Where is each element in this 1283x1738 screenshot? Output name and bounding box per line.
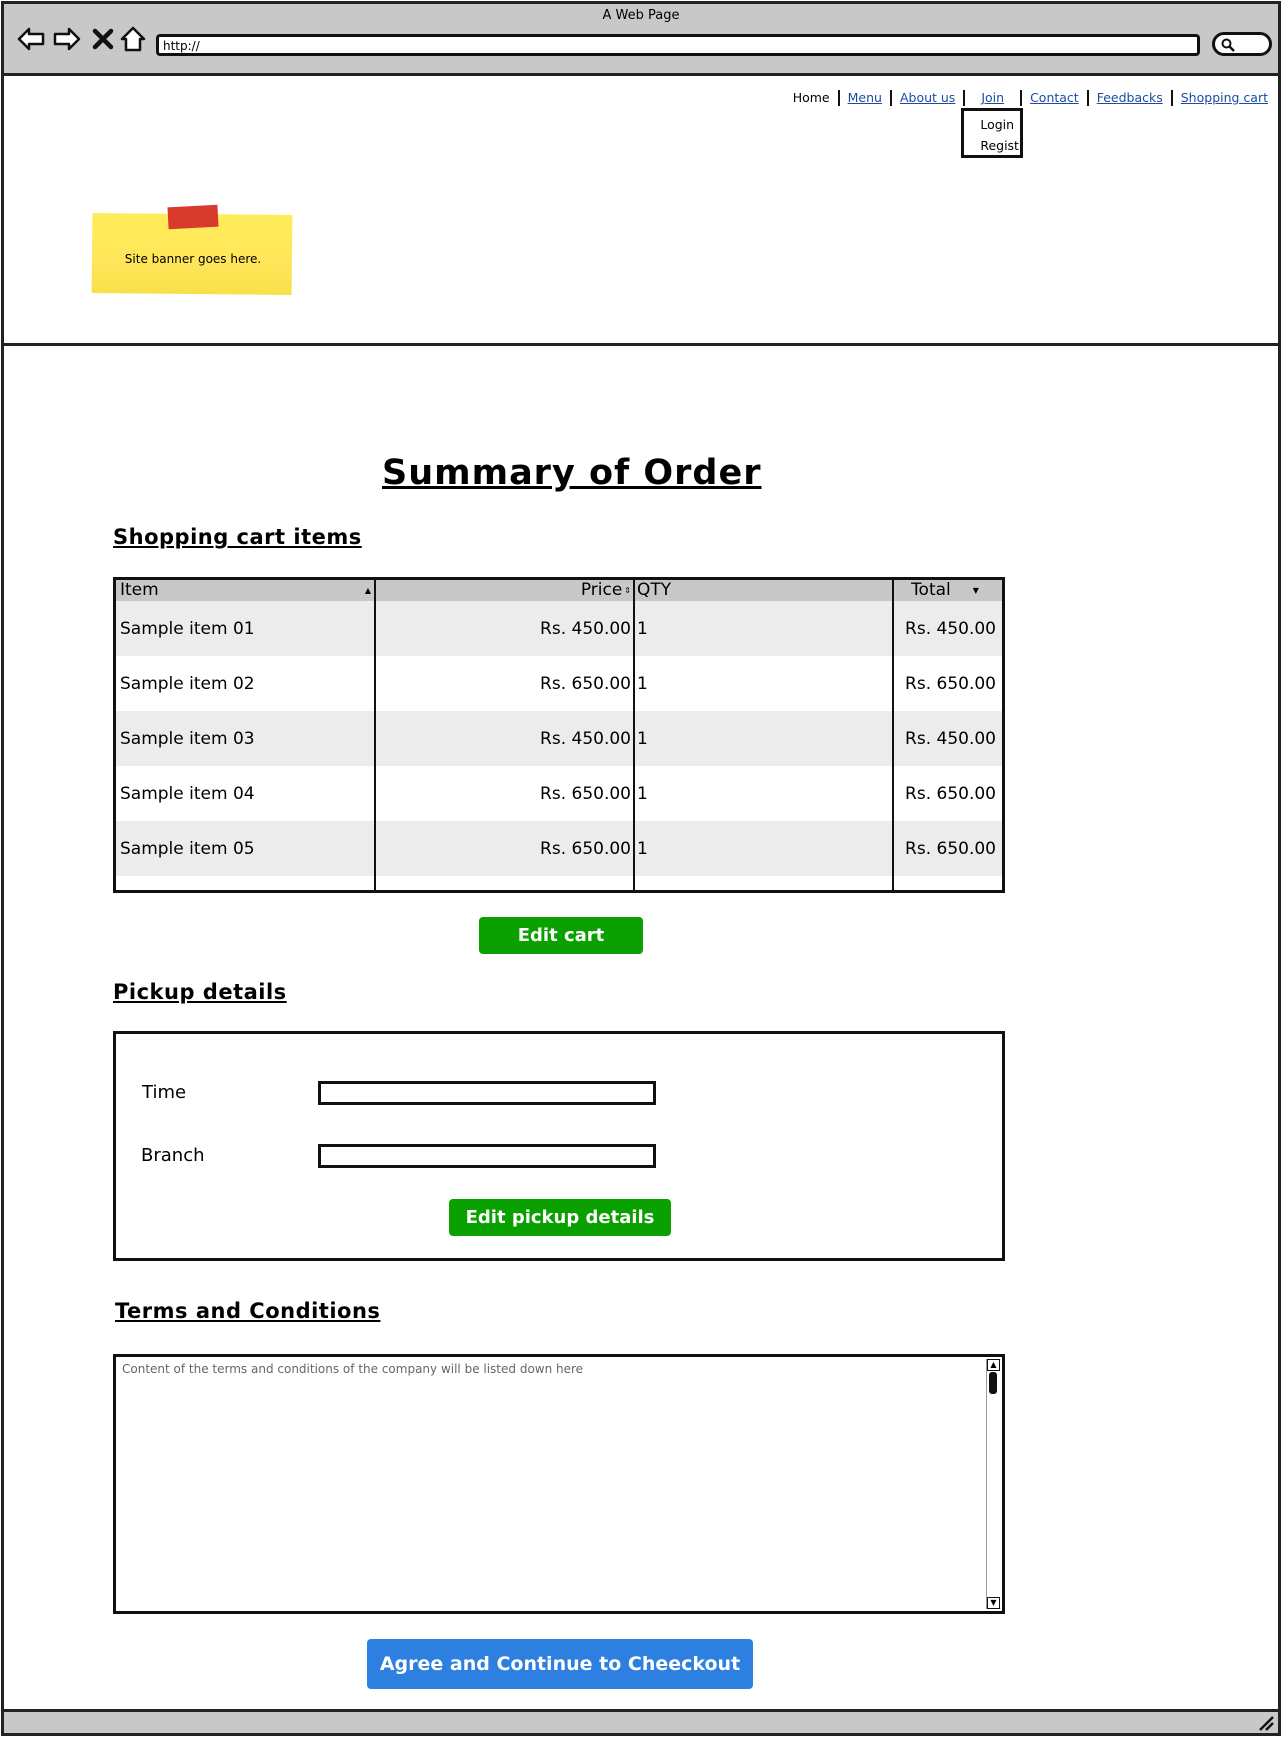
pickup-section-title: Pickup details — [113, 980, 287, 1004]
browser-window: A Web Page http:// Home Menu About us Jo… — [1, 1, 1281, 1736]
agree-checkout-button[interactable]: Agree and Continue to Cheeckout — [367, 1639, 753, 1689]
site-banner: Site banner goes here. — [91, 204, 294, 296]
terms-textarea[interactable]: Content of the terms and conditions of t… — [113, 1354, 1005, 1614]
cart-section-title: Shopping cart items — [113, 525, 362, 549]
scroll-down-icon[interactable]: ▼ — [987, 1597, 1000, 1609]
banner-text: Site banner goes here. — [124, 252, 262, 266]
join-dropdown: Login Regist — [961, 108, 1024, 158]
page-title: Summary of Order — [382, 453, 762, 493]
home-icon[interactable] — [118, 24, 148, 54]
dropdown-register[interactable]: Regist — [980, 135, 1020, 156]
sort-asc-icon: ▲ — [364, 586, 371, 595]
nav-contact[interactable]: Contact — [1020, 90, 1087, 106]
table-header: Item ▲ Price ⇕ QTY Total ▼ — [116, 580, 1002, 601]
table-row[interactable]: Sample item 05 Rs. 650.00 1 Rs. 650.00 — [116, 821, 1002, 876]
cell-qty: 1 — [637, 673, 648, 694]
cart-table: Item ▲ Price ⇕ QTY Total ▼ Sample item 0… — [113, 577, 1005, 893]
back-arrow-icon[interactable] — [16, 24, 46, 54]
search-icon — [1221, 38, 1235, 52]
cell-total: Rs. 650.00 — [905, 838, 996, 859]
nav-menu[interactable]: Menu — [837, 90, 890, 106]
window-title: A Web Page — [602, 8, 680, 23]
pickup-panel: Time Branch Edit pickup details — [113, 1031, 1005, 1261]
cell-item: Sample item 04 — [120, 783, 255, 804]
scroll-up-icon[interactable]: ▲ — [987, 1359, 1000, 1371]
cell-price: Rs. 450.00 — [540, 618, 631, 639]
nav-about[interactable]: About us — [889, 90, 963, 106]
sort-both-icon: ⇕ — [624, 586, 631, 595]
cell-item: Sample item 05 — [120, 838, 255, 859]
terms-content: Content of the terms and conditions of t… — [122, 1362, 584, 1376]
cell-qty: 1 — [637, 783, 648, 804]
url-input[interactable]: http:// — [156, 34, 1200, 56]
nav-feedbacks[interactable]: Feedbacks — [1086, 90, 1171, 106]
browser-chrome: A Web Page http:// — [4, 4, 1278, 76]
column-header-price[interactable]: Price ⇕ — [376, 580, 635, 601]
nav-join[interactable]: Join Login Regist — [961, 90, 1024, 158]
sort-desc-icon: ▼ — [972, 586, 979, 595]
column-header-qty[interactable]: QTY — [635, 580, 894, 601]
table-row[interactable]: Sample item 01 Rs. 450.00 1 Rs. 450.00 — [116, 601, 1002, 656]
browser-statusbar — [4, 1709, 1278, 1733]
cell-price: Rs. 650.00 — [540, 838, 631, 859]
time-label: Time — [142, 1082, 187, 1103]
terms-scrollbar[interactable]: ▲ ▼ — [986, 1359, 1000, 1609]
tape-strip — [167, 204, 219, 230]
branch-label: Branch — [141, 1145, 205, 1166]
site-header: Home Menu About us Join Login Regist Con… — [4, 76, 1278, 346]
cell-qty: 1 — [637, 618, 648, 639]
resize-grip-icon[interactable] — [1258, 1715, 1274, 1731]
nav-home[interactable]: Home — [785, 90, 838, 106]
cell-qty: 1 — [637, 728, 648, 749]
forward-arrow-icon[interactable] — [52, 24, 82, 54]
cell-qty: 1 — [637, 838, 648, 859]
edit-cart-button[interactable]: Edit cart — [479, 917, 643, 954]
cell-total: Rs. 450.00 — [905, 618, 996, 639]
branch-input[interactable] — [318, 1144, 656, 1168]
table-row-empty — [116, 876, 1002, 890]
nav-join-label[interactable]: Join — [975, 90, 1010, 105]
table-row[interactable]: Sample item 02 Rs. 650.00 1 Rs. 650.00 — [116, 656, 1002, 711]
nav-shopping-cart[interactable]: Shopping cart — [1170, 90, 1276, 106]
dropdown-login[interactable]: Login — [980, 114, 1020, 135]
close-icon[interactable] — [88, 24, 118, 54]
cell-item: Sample item 03 — [120, 728, 255, 749]
cell-total: Rs. 650.00 — [905, 673, 996, 694]
terms-section-title: Terms and Conditions — [115, 1299, 381, 1323]
column-header-item[interactable]: Item ▲ — [116, 580, 376, 601]
column-header-total[interactable]: Total ▼ — [894, 580, 1002, 601]
top-navigation: Home Menu About us Join Login Regist Con… — [785, 90, 1276, 158]
table-row[interactable]: Sample item 04 Rs. 650.00 1 Rs. 650.00 — [116, 766, 1002, 821]
browser-search-button[interactable] — [1212, 32, 1272, 56]
cell-price: Rs. 450.00 — [540, 728, 631, 749]
table-row[interactable]: Sample item 03 Rs. 450.00 1 Rs. 450.00 — [116, 711, 1002, 766]
cell-price: Rs. 650.00 — [540, 783, 631, 804]
scroll-thumb[interactable] — [989, 1372, 997, 1394]
time-input[interactable] — [318, 1081, 656, 1105]
edit-pickup-button[interactable]: Edit pickup details — [449, 1199, 671, 1236]
cell-price: Rs. 650.00 — [540, 673, 631, 694]
cell-item: Sample item 01 — [120, 618, 255, 639]
cell-total: Rs. 450.00 — [905, 728, 996, 749]
cell-total: Rs. 650.00 — [905, 783, 996, 804]
cell-item: Sample item 02 — [120, 673, 255, 694]
